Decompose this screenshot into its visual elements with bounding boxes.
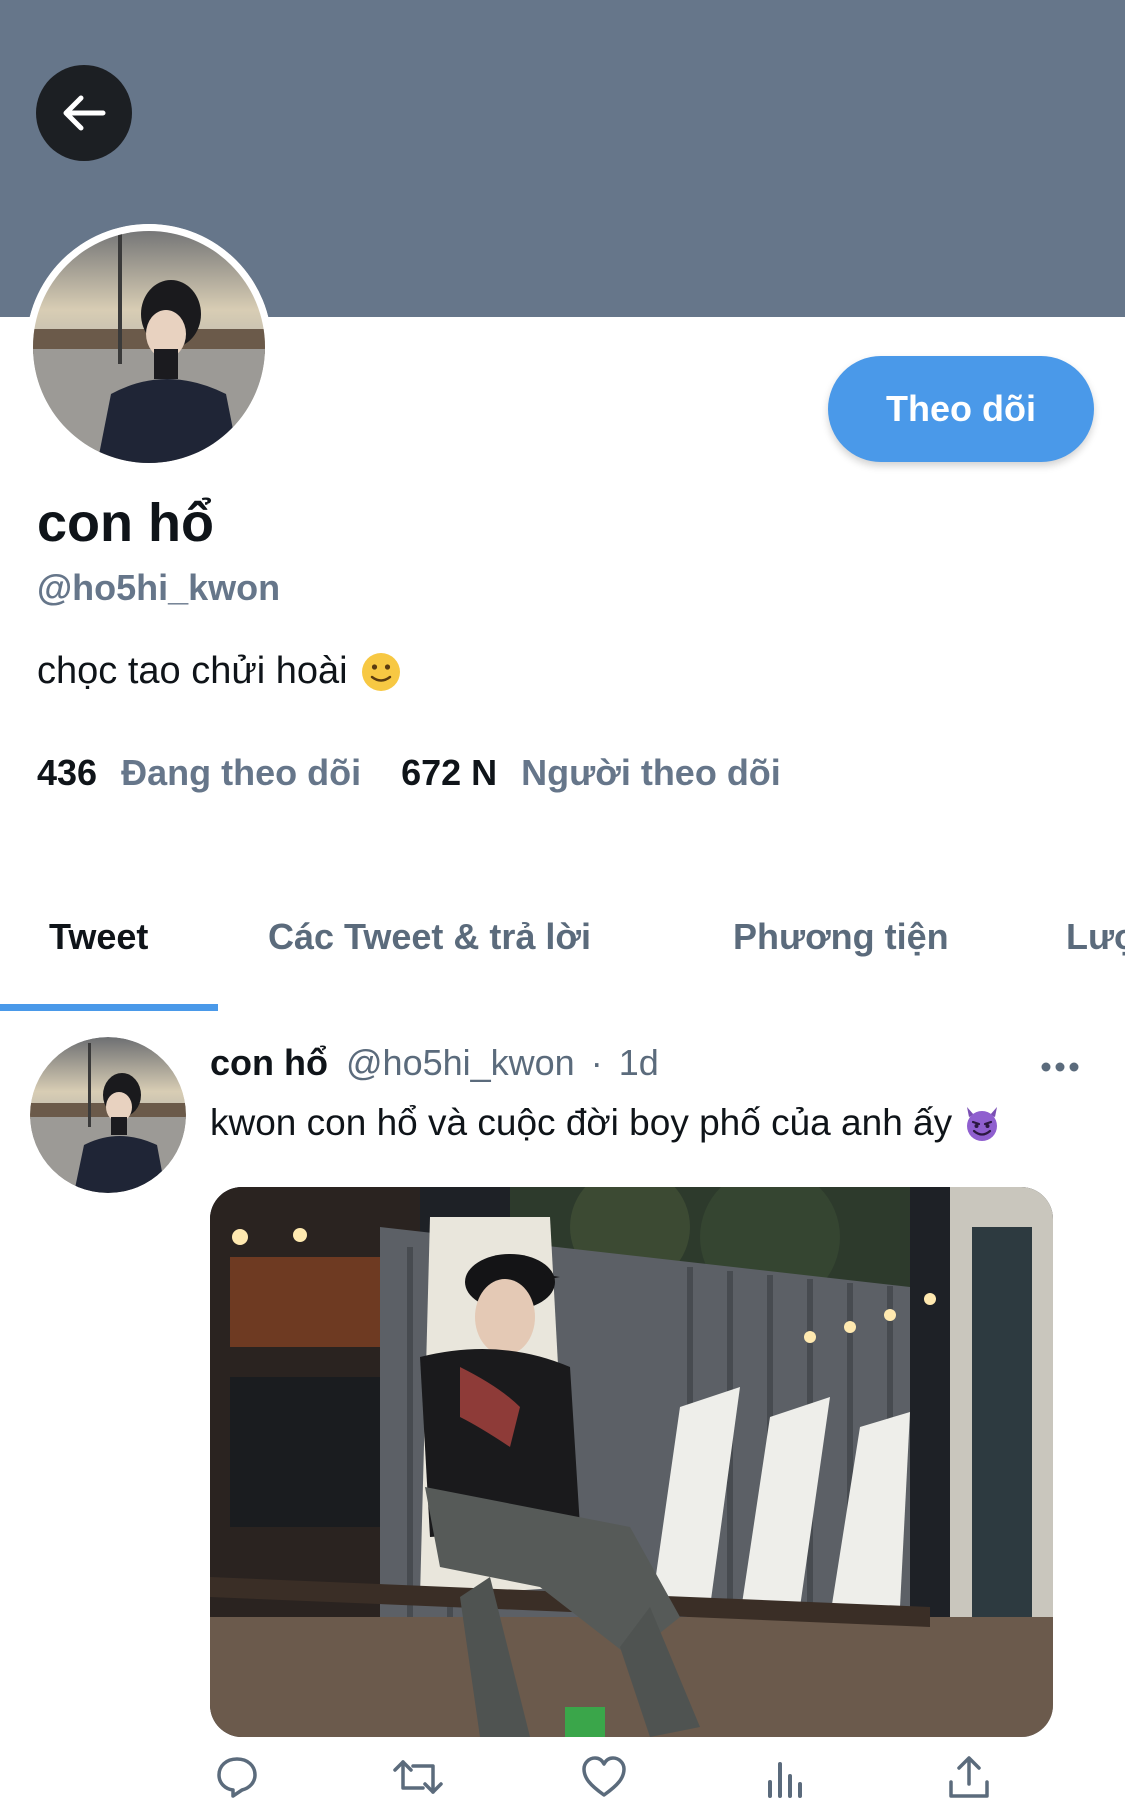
followers-link[interactable]: 672 N Người theo dõi (401, 752, 781, 794)
active-tab-indicator (0, 1004, 218, 1011)
reply-icon[interactable] (214, 1754, 260, 1800)
slightly-smiling-face-emoji (361, 652, 400, 691)
follow-button[interactable]: Theo dõi (828, 356, 1094, 462)
profile-bio: chọc tao chửi hoài (37, 650, 402, 693)
following-link[interactable]: 436 Đang theo dõi (37, 752, 361, 794)
tweet-header: con hổ @ho5hi_kwon · 1d (210, 1042, 659, 1084)
profile-handle: @ho5hi_kwon (37, 567, 281, 608)
tweet-media-photo[interactable] (210, 1187, 1053, 1737)
tweet-separator: · (590, 1042, 603, 1083)
tweet-author-handle[interactable]: @ho5hi_kwon (346, 1042, 575, 1083)
tab-tweets[interactable]: Tweet (49, 916, 148, 958)
profile-stats: 436 Đang theo dõi 672 N Người theo dõi (37, 752, 781, 794)
followers-label: Người theo dõi (521, 752, 781, 793)
back-button[interactable] (36, 65, 132, 161)
profile-display-name: con hổ (37, 493, 214, 553)
profile-tabs: Tweet Các Tweet & trả lời Phương tiện Lư… (0, 880, 1125, 1012)
tweet-author-avatar[interactable] (30, 1037, 186, 1193)
bio-text: chọc tao chửi hoài (37, 650, 348, 692)
following-label: Đang theo dõi (121, 752, 362, 793)
tweet-timestamp[interactable]: 1d (619, 1042, 659, 1083)
share-icon[interactable] (946, 1754, 992, 1800)
tweet-action-bar (210, 1754, 1020, 1814)
followers-count: 672 N (401, 752, 498, 793)
tab-likes[interactable]: Lượt thích (1066, 916, 1125, 958)
following-count: 436 (37, 752, 98, 793)
more-horizontal-icon[interactable] (1040, 1060, 1080, 1074)
tab-media[interactable]: Phương tiện (733, 916, 949, 958)
tweet-text: kwon con hổ và cuộc đời boy phố của anh … (210, 1102, 1002, 1144)
heart-icon[interactable] (580, 1754, 628, 1800)
smiling-face-with-horns-emoji (967, 1107, 998, 1141)
analytics-icon[interactable] (764, 1754, 808, 1800)
tweet-body: kwon con hổ và cuộc đời boy phố của anh … (210, 1102, 953, 1143)
tweet-author-name[interactable]: con hổ (210, 1042, 328, 1083)
retweet-icon[interactable] (392, 1754, 444, 1800)
profile-avatar[interactable] (26, 224, 272, 470)
arrow-left-icon (63, 95, 106, 131)
tab-tweets-and-replies[interactable]: Các Tweet & trả lời (268, 916, 591, 958)
tweet[interactable]: con hổ @ho5hi_kwon · 1d kwon con hổ và c… (0, 1012, 1125, 1815)
